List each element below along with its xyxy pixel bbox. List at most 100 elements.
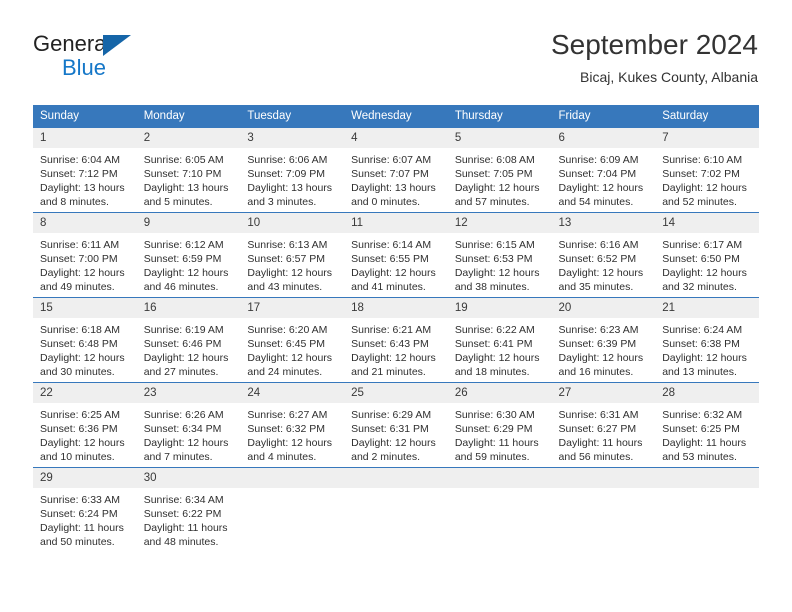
sunrise-text: Sunrise: 6:21 AM	[351, 324, 432, 336]
calendar-day-cell[interactable]: 9 Sunrise: 6:12 AM Sunset: 6:59 PM Daylight…	[136, 212, 241, 298]
day-details: Sunrise: 6:15 AM Sunset: 6:53 PM Daylight:…	[448, 233, 552, 294]
sunrise-text: Sunrise: 6:06 AM	[247, 154, 328, 166]
day-number: 6	[551, 128, 656, 148]
daylight-text-line2: and 4 minutes.	[247, 451, 317, 464]
calendar-day-cell[interactable]: 27 Sunrise: 6:31 AM Sunset: 6:27 PM Dayligh…	[551, 382, 656, 468]
page-header: General Blue September 2024 Bicaj, Kukes…	[0, 0, 792, 100]
calendar-day-cell[interactable]: 4 Sunrise: 6:07 AM Sunset: 7:07 PM Daylight…	[344, 127, 448, 213]
day-details: Sunrise: 6:19 AM Sunset: 6:46 PM Daylight:…	[137, 318, 241, 379]
sunrise-text: Sunrise: 6:11 AM	[40, 239, 120, 251]
calendar-day-cell[interactable]	[344, 467, 448, 552]
day-details	[448, 488, 552, 493]
calendar-day-cell[interactable]: 16 Sunrise: 6:19 AM Sunset: 6:46 PM Dayligh…	[136, 297, 241, 383]
daylight-text-line1: Daylight: 12 hours	[40, 352, 125, 365]
weekday-header-sunday: Sunday	[33, 105, 137, 128]
calendar-day-cell[interactable]: 20 Sunrise: 6:23 AM Sunset: 6:39 PM Dayligh…	[551, 297, 656, 383]
sunset-text: Sunset: 7:00 PM	[40, 253, 118, 266]
daylight-text-line1: Daylight: 12 hours	[351, 267, 436, 280]
calendar-day-cell[interactable]: 1 Sunrise: 6:04 AM Sunset: 7:12 PM Daylight…	[33, 127, 137, 213]
sunrise-text: Sunrise: 6:04 AM	[40, 154, 120, 166]
daylight-text-line1: Daylight: 12 hours	[662, 182, 747, 195]
weekday-header-saturday: Saturday	[655, 105, 759, 128]
day-number: 22	[33, 383, 137, 403]
logo-triangle-icon	[103, 35, 131, 56]
sunrise-text: Sunrise: 6:09 AM	[558, 154, 639, 166]
calendar-day-cell[interactable]: 26 Sunrise: 6:30 AM Sunset: 6:29 PM Dayligh…	[447, 382, 552, 468]
calendar-day-cell[interactable]: 28 Sunrise: 6:32 AM Sunset: 6:25 PM Dayligh…	[655, 382, 759, 468]
calendar-day-cell[interactable]: 10 Sunrise: 6:13 AM Sunset: 6:57 PM Dayligh…	[240, 212, 345, 298]
calendar-day-cell[interactable]: 12 Sunrise: 6:15 AM Sunset: 6:53 PM Dayligh…	[447, 212, 552, 298]
calendar-day-cell[interactable]: 18 Sunrise: 6:21 AM Sunset: 6:43 PM Dayligh…	[344, 297, 448, 383]
daylight-text-line2: and 27 minutes.	[143, 366, 219, 379]
title-block: September 2024 Bicaj, Kukes County, Alba…	[551, 28, 758, 86]
sunrise-text: Sunrise: 6:13 AM	[247, 239, 328, 251]
day-details: Sunrise: 6:11 AM Sunset: 7:00 PM Daylight:…	[33, 233, 137, 294]
daylight-text-line1: Daylight: 11 hours	[40, 522, 124, 535]
calendar-day-cell[interactable]: 19 Sunrise: 6:22 AM Sunset: 6:41 PM Dayligh…	[447, 297, 552, 383]
calendar-day-cell[interactable]: 3 Sunrise: 6:06 AM Sunset: 7:09 PM Daylight…	[240, 127, 345, 213]
sunrise-text: Sunrise: 6:30 AM	[454, 409, 535, 421]
sunset-text: Sunset: 6:22 PM	[143, 508, 222, 521]
calendar-day-cell[interactable]: 15 Sunrise: 6:18 AM Sunset: 6:48 PM Dayligh…	[33, 297, 137, 383]
day-details: Sunrise: 6:21 AM Sunset: 6:43 PM Daylight:…	[344, 318, 448, 379]
daylight-text-line1: Daylight: 13 hours	[351, 182, 436, 195]
sunset-text: Sunset: 6:57 PM	[247, 253, 326, 266]
calendar-day-cell[interactable]: 23 Sunrise: 6:26 AM Sunset: 6:34 PM Dayligh…	[136, 382, 241, 468]
sunrise-text: Sunrise: 6:29 AM	[351, 409, 432, 421]
daylight-text-line2: and 48 minutes.	[143, 536, 219, 549]
daylight-text-line2: and 35 minutes.	[558, 281, 634, 294]
daylight-text-line1: Daylight: 11 hours	[143, 522, 228, 535]
daylight-text-line2: and 46 minutes.	[143, 281, 219, 294]
daylight-text-line2: and 41 minutes.	[351, 281, 426, 294]
sunset-text: Sunset: 6:52 PM	[558, 253, 637, 266]
calendar-day-cell[interactable]: 13 Sunrise: 6:16 AM Sunset: 6:52 PM Dayligh…	[551, 212, 656, 298]
day-details	[240, 488, 344, 493]
sunrise-text: Sunrise: 6:17 AM	[662, 239, 743, 251]
calendar-day-cell[interactable]: 22 Sunrise: 6:25 AM Sunset: 6:36 PM Dayligh…	[33, 382, 137, 468]
calendar-day-cell[interactable]: 6 Sunrise: 6:09 AM Sunset: 7:04 PM Daylight…	[551, 127, 656, 213]
calendar-day-cell[interactable]	[447, 467, 552, 552]
daylight-text-line1: Daylight: 12 hours	[351, 437, 436, 450]
weekday-header-monday: Monday	[136, 105, 241, 128]
calendar-day-cell[interactable]: 8 Sunrise: 6:11 AM Sunset: 7:00 PM Daylight…	[33, 212, 137, 298]
calendar-day-cell[interactable]	[655, 467, 759, 552]
day-number: 21	[655, 298, 759, 318]
daylight-text-line1: Daylight: 12 hours	[143, 352, 229, 365]
day-details: Sunrise: 6:14 AM Sunset: 6:55 PM Daylight:…	[344, 233, 448, 294]
calendar-day-cell[interactable]	[240, 467, 345, 552]
day-number	[240, 468, 345, 488]
calendar-day-cell[interactable]: 17 Sunrise: 6:20 AM Sunset: 6:45 PM Dayligh…	[240, 297, 345, 383]
daylight-text-line2: and 0 minutes.	[351, 196, 420, 209]
sunrise-text: Sunrise: 6:31 AM	[558, 409, 639, 421]
day-details: Sunrise: 6:25 AM Sunset: 6:36 PM Daylight:…	[33, 403, 137, 464]
sunset-text: Sunset: 6:24 PM	[40, 508, 118, 521]
calendar-day-cell[interactable]: 5 Sunrise: 6:08 AM Sunset: 7:05 PM Daylight…	[447, 127, 552, 213]
daylight-text-line1: Daylight: 13 hours	[143, 182, 229, 195]
day-number: 4	[344, 128, 448, 148]
sunrise-text: Sunrise: 6:08 AM	[454, 154, 535, 166]
calendar-day-cell[interactable]: 2 Sunrise: 6:05 AM Sunset: 7:10 PM Daylight…	[136, 127, 241, 213]
day-details	[344, 488, 448, 493]
calendar-body: 1 Sunrise: 6:04 AM Sunset: 7:12 PM Daylight…	[33, 127, 759, 552]
general-blue-logo[interactable]: General Blue	[33, 32, 233, 80]
sunset-text: Sunset: 6:55 PM	[351, 253, 429, 266]
calendar-day-cell[interactable]	[551, 467, 656, 552]
day-number: 16	[136, 298, 241, 318]
daylight-text-line1: Daylight: 12 hours	[40, 437, 125, 450]
day-details: Sunrise: 6:06 AM Sunset: 7:09 PM Daylight:…	[240, 148, 344, 209]
day-number: 13	[551, 213, 656, 233]
calendar-day-cell[interactable]: 7 Sunrise: 6:10 AM Sunset: 7:02 PM Daylight…	[655, 127, 759, 213]
day-details: Sunrise: 6:17 AM Sunset: 6:50 PM Daylight:…	[655, 233, 759, 294]
calendar-day-cell[interactable]: 14 Sunrise: 6:17 AM Sunset: 6:50 PM Dayligh…	[655, 212, 759, 298]
daylight-text-line2: and 43 minutes.	[247, 281, 323, 294]
day-number	[655, 468, 759, 488]
calendar-day-cell[interactable]: 11 Sunrise: 6:14 AM Sunset: 6:55 PM Dayligh…	[344, 212, 448, 298]
calendar-day-cell[interactable]: 25 Sunrise: 6:29 AM Sunset: 6:31 PM Dayligh…	[344, 382, 448, 468]
calendar-day-cell[interactable]: 21 Sunrise: 6:24 AM Sunset: 6:38 PM Dayligh…	[655, 297, 759, 383]
calendar-day-cell[interactable]: 30 Sunrise: 6:34 AM Sunset: 6:22 PM Dayligh…	[136, 467, 241, 552]
calendar-day-cell[interactable]: 29 Sunrise: 6:33 AM Sunset: 6:24 PM Dayligh…	[33, 467, 137, 552]
calendar-day-cell[interactable]: 24 Sunrise: 6:27 AM Sunset: 6:32 PM Dayligh…	[240, 382, 345, 468]
sunset-text: Sunset: 7:02 PM	[662, 168, 740, 181]
day-details: Sunrise: 6:07 AM Sunset: 7:07 PM Daylight:…	[344, 148, 448, 209]
day-number: 3	[240, 128, 345, 148]
